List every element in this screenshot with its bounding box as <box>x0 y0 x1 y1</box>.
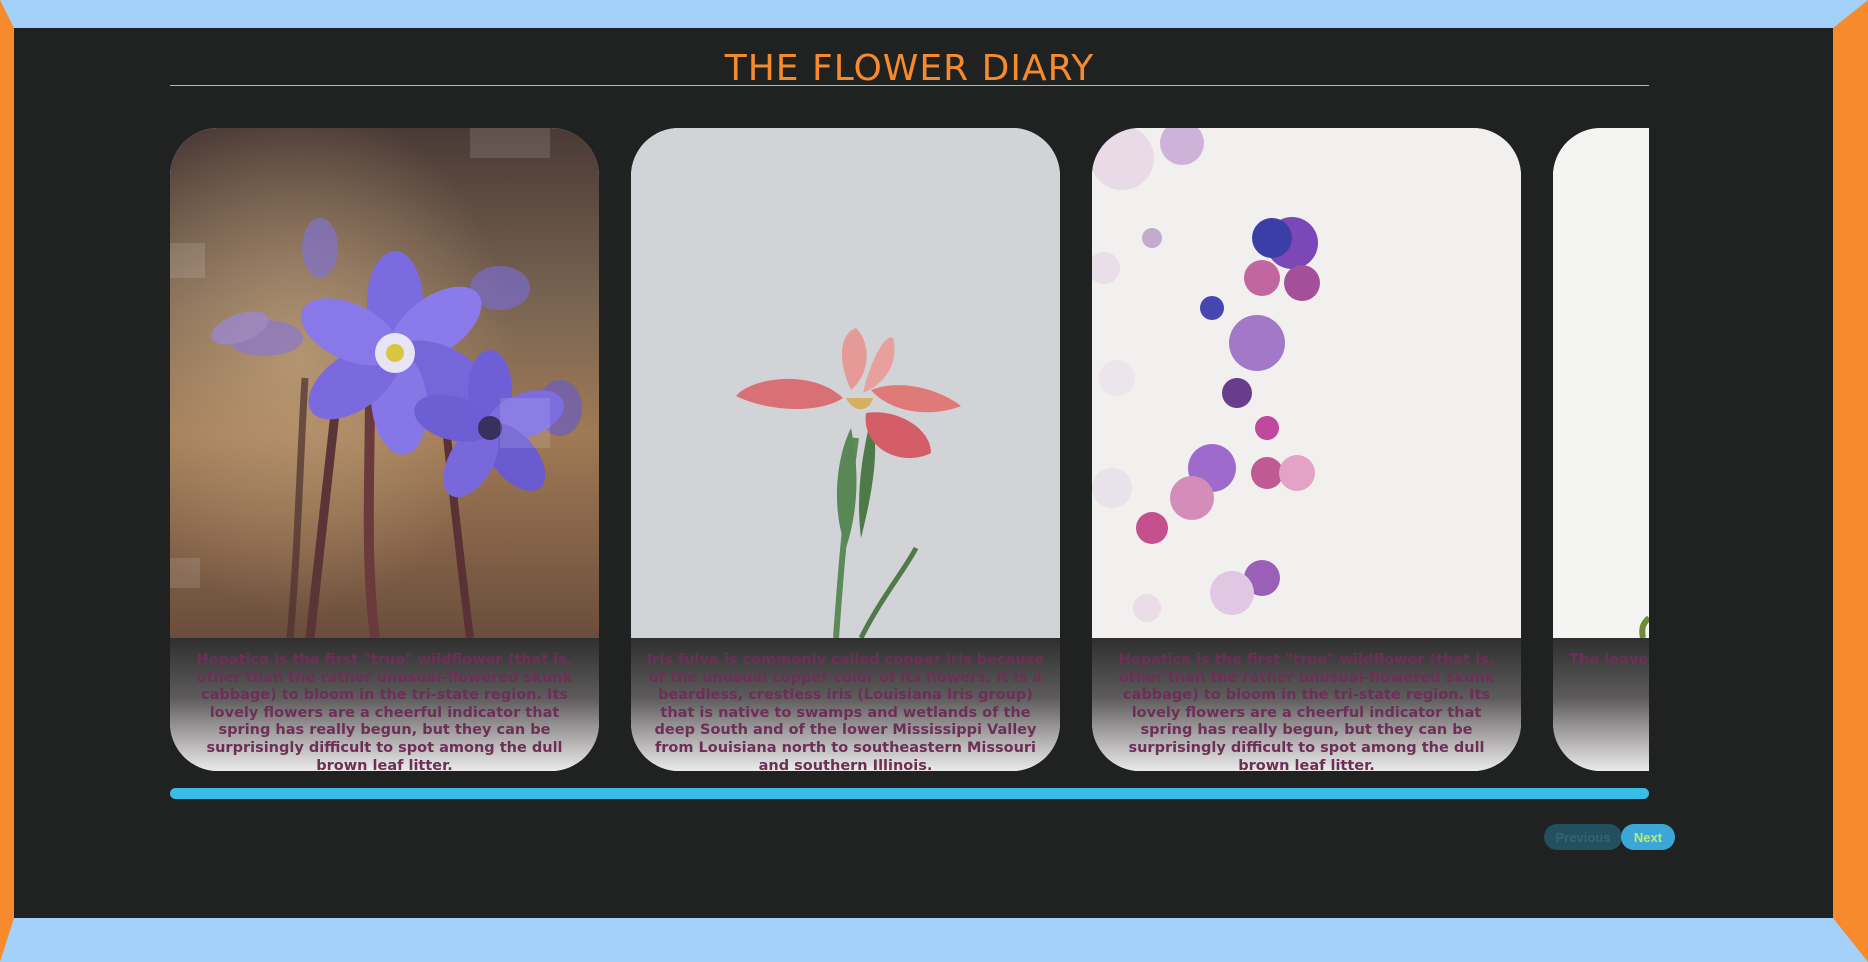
flower-card[interactable]: Hepatica is the first "true" wildflower … <box>1092 128 1521 771</box>
iris-image <box>631 128 1060 638</box>
hepatica-image <box>170 128 599 638</box>
flower-card-caption: The leaves medicin leaves a Eucalypt ant… <box>1553 638 1649 771</box>
flower-card[interactable]: Iris fulva is commonly called copper iri… <box>631 128 1060 771</box>
flower-card-caption: Hepatica is the first "true" wildflower … <box>1092 638 1521 771</box>
flower-card[interactable]: The leaves medicin leaves a Eucalypt ant… <box>1553 128 1649 771</box>
previous-button[interactable]: Previous <box>1544 824 1622 850</box>
frame-left-border <box>0 0 14 962</box>
flower-card-caption: Iris fulva is commonly called copper iri… <box>631 638 1060 771</box>
flower-card-caption: Hepatica is the first "true" wildflower … <box>170 638 599 771</box>
petals-image <box>1092 128 1521 638</box>
next-button[interactable]: Next <box>1621 824 1675 850</box>
page-title: THE FLOWER DIARY <box>724 48 1095 89</box>
carousel-track: Hepatica is the first "true" wildflower … <box>170 128 1649 771</box>
carousel-progress-bar <box>170 788 1649 799</box>
carousel-viewport[interactable]: Hepatica is the first "true" wildflower … <box>170 128 1649 771</box>
title-divider <box>170 85 1649 86</box>
flower-card[interactable]: Hepatica is the first "true" wildflower … <box>170 128 599 771</box>
eucalyptus-image <box>1553 128 1649 638</box>
frame-right-border <box>1833 0 1868 962</box>
